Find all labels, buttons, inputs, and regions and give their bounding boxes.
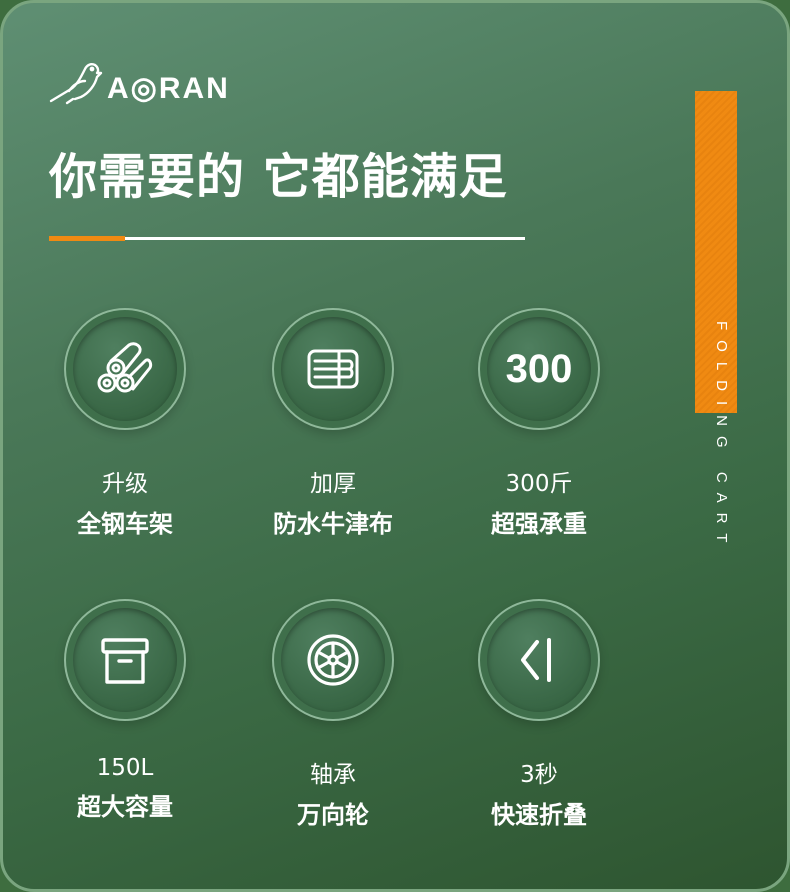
feature-badge xyxy=(64,599,186,721)
feature-wheels: 轴承 万向轮 xyxy=(243,599,423,830)
title-divider-accent xyxy=(49,236,125,241)
wheel-icon xyxy=(307,634,359,686)
feature-line1: 3秒 xyxy=(520,762,558,788)
load-number: 300 xyxy=(505,346,573,391)
feature-line1: 300斤 xyxy=(505,471,573,497)
feature-badge xyxy=(64,308,186,430)
feature-line2: 快速折叠 xyxy=(491,801,587,829)
feature-capacity: 150L 超大容量 xyxy=(35,599,215,822)
feature-oxford-fabric: 加厚 防水牛津布 xyxy=(243,308,423,539)
product-panel: A◎RAN 你需要的 它都能满足 FOLDING CART 升级 全钢车架 加厚… xyxy=(0,0,790,892)
feature-line1: 轴承 xyxy=(310,762,356,788)
feature-badge xyxy=(272,308,394,430)
feature-line2: 防水牛津布 xyxy=(273,510,393,538)
feature-badge: 300 xyxy=(478,308,600,430)
feature-line1: 升级 xyxy=(102,471,148,497)
fold-arrow-icon xyxy=(521,638,551,682)
feature-line2: 超强承重 xyxy=(491,510,587,538)
feature-badge xyxy=(478,599,600,721)
feature-line2: 超大容量 xyxy=(77,793,173,821)
fabric-layers-icon xyxy=(307,349,359,389)
brand-name: A◎RAN xyxy=(107,72,230,105)
feature-badge xyxy=(272,599,394,721)
brand-logo: A◎RAN xyxy=(47,57,230,106)
page-title: 你需要的 它都能满足 xyxy=(49,149,508,205)
feature-line2: 全钢车架 xyxy=(77,510,173,538)
side-label: FOLDING CART xyxy=(713,321,730,553)
feature-quick-fold: 3秒 快速折叠 xyxy=(449,599,629,830)
bird-logo-icon xyxy=(49,62,103,104)
feature-load-capacity: 300 300斤 超强承重 xyxy=(449,308,629,539)
feature-line1: 加厚 xyxy=(310,471,356,497)
steel-pipes-icon xyxy=(97,342,153,393)
feature-line2: 万向轮 xyxy=(297,801,369,829)
feature-line1: 150L xyxy=(96,755,154,781)
storage-box-icon xyxy=(101,638,149,684)
feature-steel-frame: 升级 全钢车架 xyxy=(35,308,215,539)
